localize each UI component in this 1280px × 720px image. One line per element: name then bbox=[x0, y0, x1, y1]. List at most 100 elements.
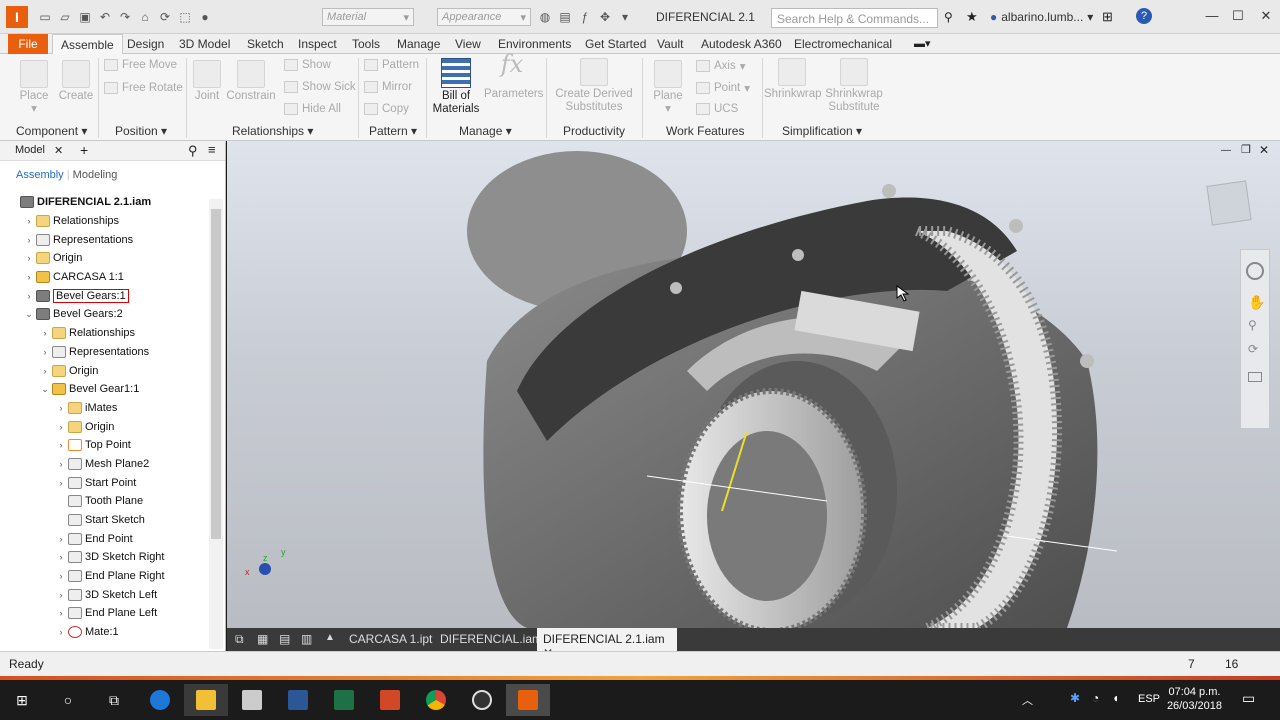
clear-icon[interactable]: ◍ bbox=[536, 8, 554, 26]
graphics-viewport[interactable]: x z y ✋ ⚲ ⟳ — ❐ ✕ bbox=[227, 141, 1280, 628]
open-icon[interactable]: ▱ bbox=[56, 8, 74, 26]
search-input[interactable]: Search Help & Commands... bbox=[771, 8, 938, 28]
tree-node[interactable]: › Relationships bbox=[0, 212, 208, 231]
group-manage[interactable]: Manage ▾ bbox=[459, 124, 512, 138]
media-icon[interactable] bbox=[460, 684, 504, 716]
file-explorer-icon[interactable] bbox=[184, 684, 228, 716]
expand-toggle-icon[interactable]: › bbox=[56, 571, 66, 581]
tree-node[interactable]: › Representations bbox=[0, 343, 208, 362]
pattern-button[interactable]: Pattern bbox=[364, 59, 419, 71]
new-icon[interactable]: ▭ bbox=[36, 8, 54, 26]
tree-node[interactable]: › Mate:1 bbox=[0, 623, 208, 642]
task-view-icon[interactable]: ⧉ bbox=[92, 684, 136, 716]
place-button[interactable]: Place ▾ bbox=[12, 60, 56, 116]
viewport-minimize-icon[interactable]: — bbox=[1221, 145, 1231, 156]
mirror-button[interactable]: Mirror bbox=[364, 81, 412, 93]
constrain-button[interactable]: Constrain bbox=[226, 60, 276, 103]
group-simplification[interactable]: Simplification ▾ bbox=[782, 124, 862, 138]
color-icon[interactable]: ● bbox=[196, 8, 214, 26]
expand-toggle-icon[interactable]: › bbox=[56, 459, 66, 469]
chrome-icon[interactable] bbox=[414, 684, 458, 716]
clock[interactable]: 07:04 p.m. 26/03/2018 bbox=[1167, 685, 1222, 713]
expand-toggle-icon[interactable]: › bbox=[56, 422, 66, 432]
tree-node[interactable]: › 3D Sketch Left bbox=[0, 585, 208, 604]
zoom-icon[interactable]: ⚲ bbox=[1248, 318, 1262, 332]
move-icon[interactable]: ✥ bbox=[596, 8, 614, 26]
binoculars-icon[interactable]: ⚲ bbox=[944, 10, 953, 24]
material-dropdown[interactable]: Material ▾ bbox=[322, 8, 414, 26]
show-sick-button[interactable]: Show Sick bbox=[284, 81, 356, 93]
expand-toggle-icon[interactable]: › bbox=[56, 608, 66, 618]
tree-node[interactable]: › End Plane Right bbox=[0, 567, 208, 586]
expand-toggle-icon[interactable]: › bbox=[56, 627, 66, 637]
save-icon[interactable]: ▣ bbox=[76, 8, 94, 26]
redo-icon[interactable]: ↷ bbox=[116, 8, 134, 26]
home-icon[interactable]: ⌂ bbox=[136, 8, 154, 26]
tree-node[interactable]: › Mesh Plane2 bbox=[0, 455, 208, 474]
tab-file[interactable]: File bbox=[8, 34, 48, 54]
expand-toggle-icon[interactable]: › bbox=[40, 366, 50, 376]
orbit-icon[interactable]: ⟳ bbox=[1248, 342, 1262, 356]
show-button[interactable]: Show bbox=[284, 59, 331, 71]
expand-toggle-icon[interactable]: ⌄ bbox=[40, 384, 50, 395]
navigation-bar[interactable]: ✋ ⚲ ⟳ bbox=[1240, 249, 1270, 429]
tab-autodesk-a360[interactable]: Autodesk A360 bbox=[693, 34, 790, 54]
appearance-dropdown[interactable]: Appearance ▾ bbox=[437, 8, 531, 26]
fx-icon[interactable]: ƒ bbox=[576, 8, 594, 26]
close-icon[interactable]: ✕ bbox=[54, 144, 63, 157]
app-logo-icon[interactable]: I bbox=[6, 6, 28, 28]
tab-inspect[interactable]: Inspect bbox=[290, 34, 345, 54]
tab-design[interactable]: Design bbox=[119, 34, 172, 54]
star-icon[interactable]: ★ bbox=[966, 9, 978, 25]
tree-node[interactable]: › CARCASA 1:1 bbox=[0, 268, 208, 287]
group-relationships[interactable]: Relationships ▾ bbox=[232, 124, 313, 138]
doc-tab-carcasa[interactable]: CARCASA 1.ipt bbox=[343, 628, 438, 651]
tree-node[interactable]: › Origin bbox=[0, 249, 208, 268]
update-icon[interactable]: ⟳ bbox=[156, 8, 174, 26]
notifications-icon[interactable]: ▭ bbox=[1242, 690, 1255, 707]
select-icon[interactable]: ⬚ bbox=[176, 8, 194, 26]
shrinkwrap-substitute-button[interactable]: Shrinkwrap Substitute bbox=[824, 58, 884, 114]
tab-model[interactable]: Model bbox=[15, 144, 45, 156]
expand-toggle-icon[interactable]: › bbox=[56, 403, 66, 413]
tree-node[interactable]: Start Sketch bbox=[0, 511, 208, 530]
tree-node[interactable]: › Bevel Gears:1 bbox=[0, 286, 208, 305]
cortana-icon[interactable]: ○ bbox=[46, 684, 90, 716]
tree-node[interactable]: Tooth Plane bbox=[0, 492, 208, 511]
inventor-icon[interactable] bbox=[506, 684, 550, 716]
edge-icon[interactable] bbox=[138, 684, 182, 716]
bluetooth-icon[interactable]: ✱ bbox=[1070, 691, 1080, 705]
point-button[interactable]: Point ▾ bbox=[696, 81, 750, 95]
viewcube-icon[interactable] bbox=[1206, 180, 1252, 226]
tree-node[interactable]: › Origin bbox=[0, 417, 208, 436]
group-component[interactable]: Component ▾ bbox=[16, 124, 87, 138]
tree-node[interactable]: › Representations bbox=[0, 230, 208, 249]
expand-toggle-icon[interactable]: › bbox=[56, 552, 66, 562]
free-move-button[interactable]: Free Move bbox=[104, 59, 177, 71]
user-menu[interactable]: ● albarino.lumb... ▾ bbox=[990, 10, 1093, 24]
copy-button[interactable]: Copy bbox=[364, 103, 409, 115]
undo-icon[interactable]: ↶ bbox=[96, 8, 114, 26]
expand-toggle-icon[interactable]: › bbox=[56, 478, 66, 488]
search-icon[interactable]: ⚲ bbox=[188, 143, 198, 159]
expand-toggle-icon[interactable]: › bbox=[40, 347, 50, 357]
tree-node[interactable]: › Top Point bbox=[0, 436, 208, 455]
network-icon[interactable]: ◔ bbox=[1092, 691, 1099, 705]
tab-3d-model[interactable]: 3D Model bbox=[171, 34, 238, 54]
browser-scrollbar[interactable] bbox=[209, 199, 223, 649]
tab-tools[interactable]: Tools bbox=[344, 34, 388, 54]
volume-icon[interactable]: ◖ bbox=[1112, 691, 1119, 705]
expand-toggle-icon[interactable]: ⌄ bbox=[24, 309, 34, 320]
ribbon-display-icon[interactable]: ▬▾ bbox=[914, 37, 931, 50]
bill-of-materials-button[interactable]: Bill of Materials bbox=[430, 58, 482, 116]
measure-icon[interactable]: ▤ bbox=[556, 8, 574, 26]
subtab-modeling[interactable]: Modeling bbox=[73, 169, 118, 181]
expand-toggle-icon[interactable]: › bbox=[24, 272, 34, 282]
help-icon[interactable]: ? bbox=[1136, 8, 1152, 24]
hide-all-button[interactable]: Hide All bbox=[284, 103, 341, 115]
language-indicator[interactable]: ESP bbox=[1138, 693, 1160, 705]
group-pattern[interactable]: Pattern ▾ bbox=[369, 124, 417, 138]
tray-expand-icon[interactable]: ︿ bbox=[1022, 692, 1033, 708]
tab-assemble[interactable]: Assemble bbox=[52, 34, 123, 54]
tree-node[interactable]: DIFERENCIAL 2.1.iam bbox=[0, 193, 208, 212]
